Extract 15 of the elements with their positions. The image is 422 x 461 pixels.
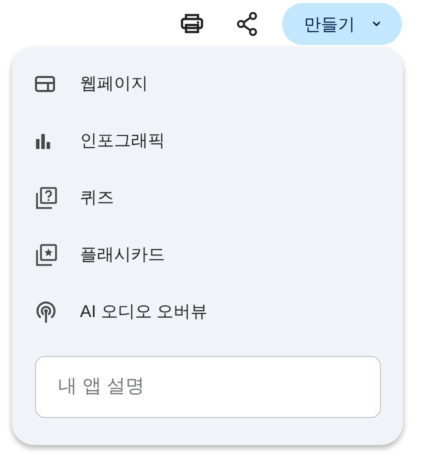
share-icon: [236, 12, 258, 36]
menu-item[interactable]: 웹페이지: [35, 55, 381, 112]
description-field[interactable]: 내 앱 설명: [35, 356, 381, 418]
create-button[interactable]: 만들기 ⌄: [282, 3, 402, 45]
menu-item[interactable]: 인포그래픽: [35, 112, 381, 169]
menu-item[interactable]: AI 오디오 오버뷰: [35, 283, 381, 340]
caret-icon: ⌄: [369, 11, 384, 29]
bar-chart-icon: [35, 132, 51, 148]
podcast-icon: [35, 300, 57, 322]
print-icon: [180, 14, 204, 34]
webpage-icon: [35, 76, 55, 92]
menu-item[interactable]: 플래시카드: [35, 226, 381, 283]
menu-item[interactable]: 퀴즈: [35, 169, 381, 226]
question-card-icon: [35, 186, 57, 208]
star-card-icon: [35, 244, 57, 266]
